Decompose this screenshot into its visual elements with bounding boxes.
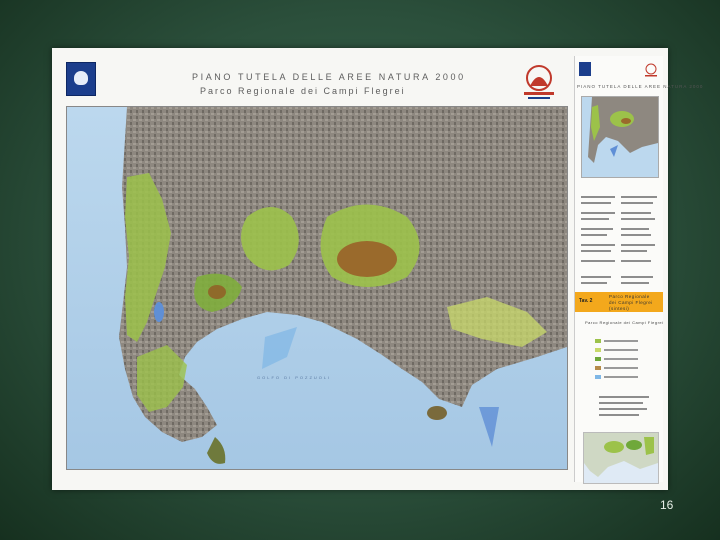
text-line	[599, 414, 639, 416]
legend-swatch	[595, 348, 601, 352]
legend-item	[595, 374, 661, 383]
text-line	[581, 234, 607, 236]
text-line	[599, 396, 649, 398]
legend-item	[595, 338, 661, 347]
legend-item-text	[604, 358, 638, 360]
text-line	[621, 276, 653, 278]
legend-item	[595, 365, 661, 374]
legend-park-logo-icon	[645, 63, 657, 77]
text-line	[621, 282, 649, 284]
text-line	[581, 276, 611, 278]
text-line	[621, 202, 653, 204]
tav-label: Tav. 2	[579, 298, 593, 304]
legend-item-text	[604, 340, 638, 342]
legend-panel: PIANO TUTELA DELLE AREE NATURA 2000 Tav.…	[574, 56, 702, 484]
legend-item-text	[604, 349, 638, 351]
map-title: PIANO TUTELA DELLE AREE NATURA 2000	[192, 72, 466, 82]
map-sheet: PIANO TUTELA DELLE AREE NATURA 2000 Parc…	[52, 48, 702, 490]
legend-swatch	[595, 366, 601, 370]
legend-item	[595, 347, 661, 356]
text-line	[581, 228, 613, 230]
legend-item	[595, 356, 661, 365]
island-nisida	[427, 406, 447, 420]
text-line	[621, 234, 651, 236]
text-line	[621, 218, 655, 220]
legend-swatch	[595, 339, 601, 343]
legend-swatch	[595, 357, 601, 361]
text-line	[581, 250, 611, 252]
legend-swatch	[595, 375, 601, 379]
text-line	[621, 212, 651, 214]
legend-item-text	[604, 376, 638, 378]
text-line	[581, 260, 615, 262]
text-line	[581, 218, 609, 220]
text-line	[621, 196, 657, 198]
text-line	[621, 244, 655, 246]
map-header: PIANO TUTELA DELLE AREE NATURA 2000 Parc…	[62, 56, 568, 106]
legend-item-text	[604, 367, 638, 369]
crater-small	[208, 285, 226, 299]
text-line	[599, 402, 643, 404]
text-line	[581, 244, 615, 246]
overview-map	[581, 96, 659, 178]
text-line	[621, 250, 647, 252]
sea-label: GOLFO DI POZZUOLI	[257, 375, 331, 380]
legend-region-logo-icon	[579, 62, 591, 76]
table-title-box: Tav. 2 Parco Regionale dei Campi Flegrei…	[575, 292, 663, 312]
slide-number: 16	[660, 498, 674, 512]
lake-icon	[154, 302, 164, 322]
tav-title-line2: dei Campi Flegrei (sintesi)	[609, 300, 653, 311]
park-logo-icon	[524, 65, 554, 99]
text-line	[599, 408, 647, 410]
text-line	[581, 212, 615, 214]
locator-map	[583, 432, 659, 484]
crater-solfatara	[337, 241, 397, 277]
slide: PIANO TUTELA DELLE AREE NATURA 2000 Parc…	[0, 0, 720, 540]
aerial-map[interactable]: GOLFO DI POZZUOLI	[66, 106, 568, 470]
map-subtitle: Parco Regionale dei Campi Flegrei	[200, 86, 406, 96]
legend-title: PIANO TUTELA DELLE AREE NATURA 2000	[577, 84, 704, 89]
legend-heading: Parco Regionale dei Campi Flegrei	[585, 320, 664, 325]
legend-list	[595, 338, 661, 383]
text-line	[581, 196, 615, 198]
text-line	[621, 260, 651, 262]
text-line	[621, 228, 649, 230]
text-line	[581, 202, 611, 204]
tav-title: Parco Regionale dei Campi Flegrei (sinte…	[609, 294, 663, 312]
region-logo-icon	[66, 62, 96, 96]
text-line	[581, 282, 607, 284]
